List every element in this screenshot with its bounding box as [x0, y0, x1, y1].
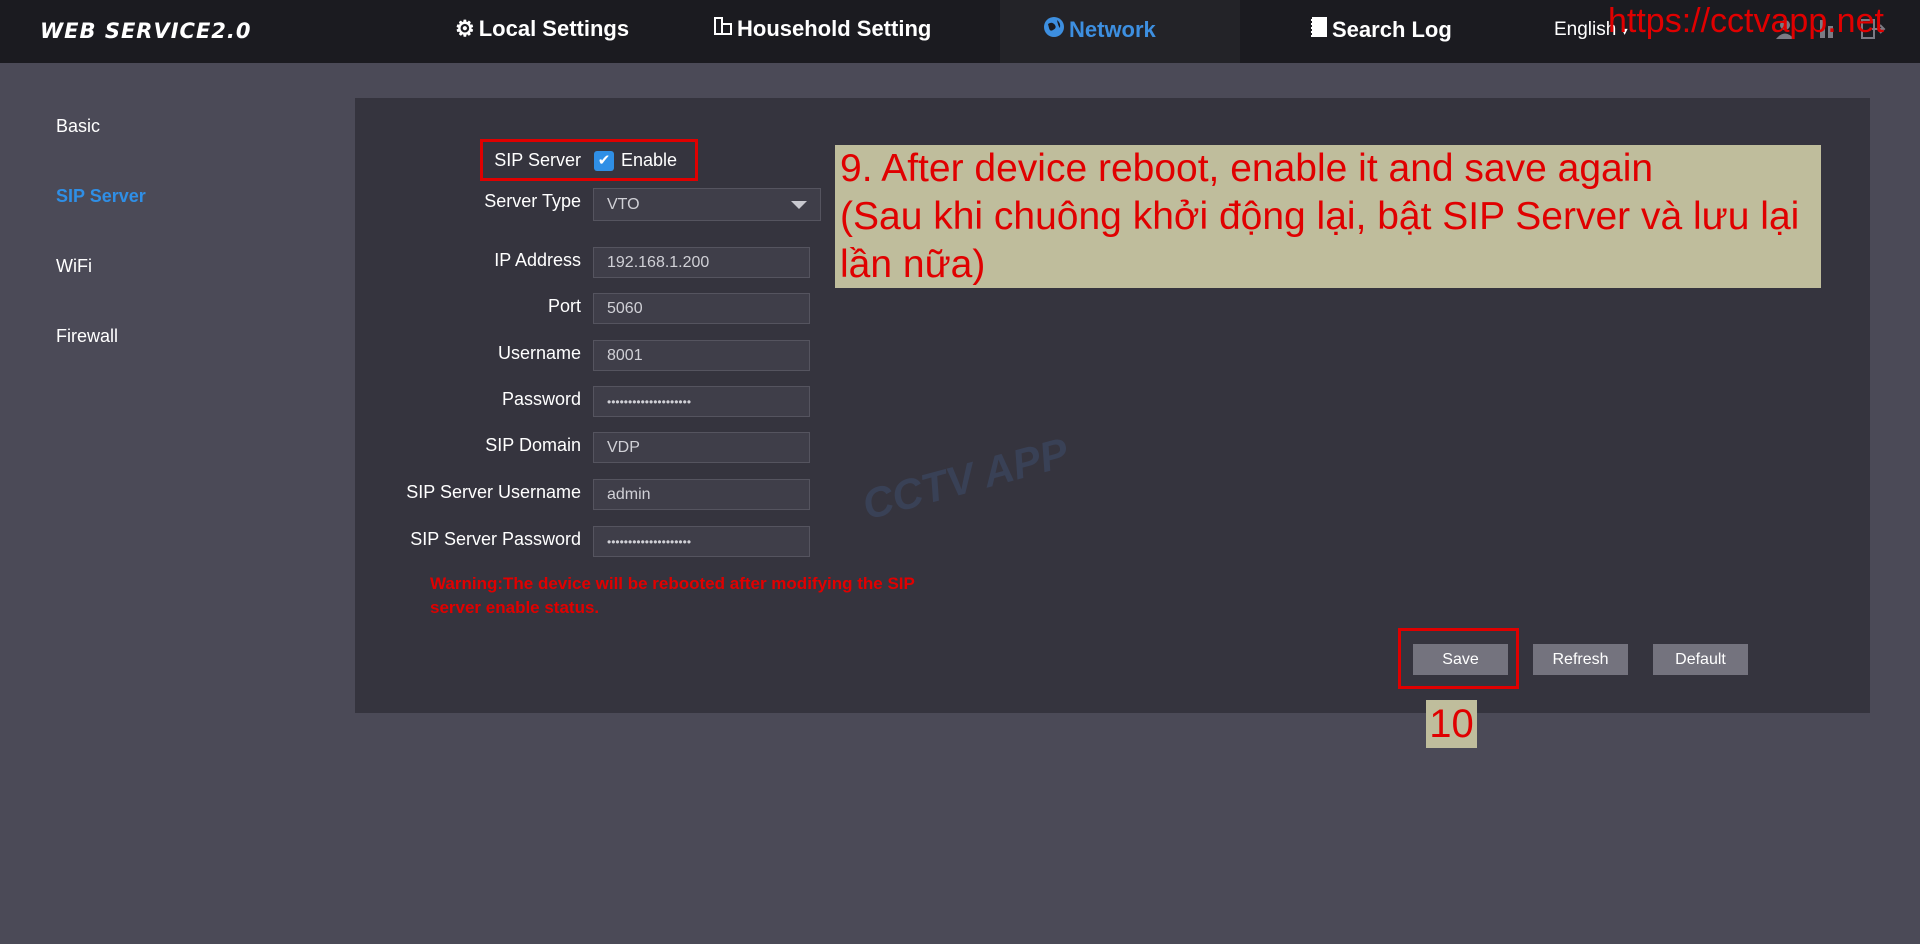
refresh-button[interactable]: Refresh: [1533, 644, 1628, 675]
language-label: English: [1554, 19, 1617, 40]
nav-local-settings[interactable]: ⚙ Local Settings: [455, 16, 629, 42]
port-label: Port: [547, 296, 581, 316]
reboot-warning: Warning:The device will be rebooted afte…: [430, 574, 915, 617]
server-type-value: VTO: [607, 195, 640, 213]
sip-server-username-input[interactable]: admin: [593, 479, 810, 510]
sidebar-item-wifi[interactable]: WiFi: [56, 256, 92, 277]
nav-search-log[interactable]: Search Log: [1310, 16, 1452, 44]
checkmark-icon: ✔: [597, 152, 611, 169]
sidebar-item-sip-server[interactable]: SIP Server: [56, 186, 146, 207]
server-type-select[interactable]: VTO: [593, 188, 821, 221]
annotation-step-number: 10: [1426, 700, 1477, 748]
default-button[interactable]: Default: [1653, 644, 1748, 675]
sip-server-password-label: SIP Server Password: [410, 529, 581, 549]
nav-label: Search Log: [1332, 17, 1452, 42]
gear-icon: ⚙: [455, 16, 475, 41]
website-url-overlay: https://cctvapp.net: [1608, 2, 1884, 40]
annotation-note: 9. After device reboot, enable it and sa…: [835, 145, 1821, 288]
top-navigation-bar: WEB SERVICE2.0 ⚙ Local Settings Househol…: [0, 0, 1920, 63]
sidebar-item-basic[interactable]: Basic: [56, 116, 100, 137]
username-label: Username: [497, 343, 581, 363]
annotation-note-line1: 9. After device reboot, enable it and sa…: [840, 147, 1654, 190]
ip-address-input[interactable]: 192.168.1.200: [593, 247, 810, 278]
port-input[interactable]: 5060: [593, 293, 810, 324]
ip-address-label: IP Address: [494, 250, 581, 270]
sip-domain-label: SIP Domain: [485, 435, 581, 455]
sip-server-label: SIP Server: [494, 150, 581, 170]
enable-checkbox[interactable]: ✔: [594, 151, 614, 171]
save-button[interactable]: Save: [1413, 644, 1508, 675]
nav-network[interactable]: Network: [1043, 16, 1156, 44]
nav-label: Local Settings: [478, 16, 630, 41]
app-logo: WEB SERVICE2.0: [40, 19, 252, 43]
username-input[interactable]: 8001: [593, 340, 810, 371]
sip-server-username-label: SIP Server Username: [406, 482, 581, 502]
sidebar-item-firewall[interactable]: Firewall: [56, 326, 118, 347]
document-icon: [1310, 16, 1328, 44]
globe-icon: [1043, 16, 1065, 44]
nav-household-setting[interactable]: Household Setting: [713, 16, 931, 42]
sip-server-password-input[interactable]: ••••••••••••••••••••: [593, 526, 810, 557]
sip-domain-input[interactable]: VDP: [593, 432, 810, 463]
server-type-label: Server Type: [484, 191, 581, 211]
password-label: Password: [501, 389, 581, 409]
nav-label: Household Setting: [737, 16, 932, 41]
password-input[interactable]: ••••••••••••••••••••: [593, 386, 810, 417]
enable-label: Enable: [621, 150, 678, 170]
nav-label: Network: [1069, 17, 1156, 42]
building-icon: [713, 16, 733, 42]
dropdown-caret-icon: [791, 200, 807, 209]
annotation-note-line2: (Sau khi chuông khởi động lại, bật SIP S…: [840, 195, 1800, 286]
